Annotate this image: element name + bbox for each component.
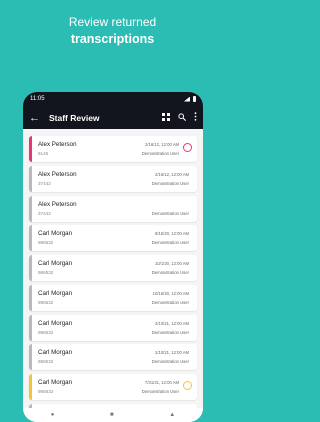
list-item[interactable]: Alex Peterson 37442 2/16/12, 12:00 AM Demon… [29,165,197,192]
search-icon[interactable] [178,112,186,123]
item-date: 2/16/12, 12:00 AM [155,171,189,177]
phone-frame: 11:05 ← Staff Review Alex Peterson 5145 2/… [23,92,203,422]
status-accent-bar [29,344,32,371]
item-date: 2/16/12, 12:00 AM [145,142,179,147]
item-name: Carl Morgan [38,379,73,386]
item-user: Demonstration User [151,299,189,305]
flag-ring-icon[interactable] [183,381,192,390]
status-bar: 11:05 [23,92,203,106]
item-date: 10/1/20, 12:00 AM [155,261,189,266]
more-vert-icon[interactable] [194,112,197,123]
status-accent-bar [29,136,32,162]
item-name: Alex Peterson [38,170,77,178]
bottom-nav: ● ■ ▲ [23,408,203,422]
item-date: 10/16/20, 12:00 AM [152,290,189,296]
app-bar: ← Staff Review [23,106,203,129]
status-accent-bar [29,284,32,311]
status-icons [184,96,196,102]
item-id: 986532 [38,240,54,246]
item-id: 37442 [38,180,51,186]
item-user: Demonstration User [151,210,189,216]
item-name: Alex Peterson [38,141,77,148]
item-user: Demonstration User [151,270,189,275]
review-list: Alex Peterson 5145 2/16/12, 12:00 AM Demons… [23,129,203,422]
status-time: 11:05 [30,96,45,102]
arrow-left-icon[interactable]: ← [29,112,45,124]
nav-item-icon[interactable]: ● [51,412,55,418]
flag-ring-icon[interactable] [183,143,192,152]
item-user: Demonstration User [151,329,189,335]
item-user: Demonstration User [141,389,179,394]
item-name: Carl Morgan [38,230,73,238]
status-accent-bar [29,165,32,192]
headline-line-1: Review returned [68,15,157,29]
item-id: 986532 [38,270,54,275]
list-item[interactable]: Alex Peterson 37442 Demonstration User [29,195,197,222]
item-id: 986532 [38,299,54,305]
item-user: Demonstration User [151,359,189,365]
list-item[interactable]: Carl Morgan 986532 9/15/20, 12:00 AM Demons… [29,225,197,252]
status-accent-bar [29,314,32,341]
nav-item-icon[interactable]: ■ [110,412,114,418]
item-date: 9/15/20, 12:00 AM [155,231,189,237]
status-accent-bar [29,374,32,400]
headline-line-2: transcriptions [70,32,155,46]
grid-icon[interactable] [162,112,170,123]
item-id: 986532 [38,389,54,394]
marketing-headline: Review returned transcriptions [0,14,225,48]
item-id: 37442 [38,210,51,216]
status-accent-bar [29,225,32,252]
signal-icon [184,96,190,102]
item-date: 2/10/21, 12:00 AM [155,350,189,356]
battery-icon [193,96,196,102]
list-item[interactable]: Carl Morgan 986532 7/31/21, 12:00 AM Demons… [29,374,197,400]
list-item[interactable]: Carl Morgan 986532 10/16/20, 12:00 AM Demon… [29,284,197,311]
item-date: 2/10/21, 12:00 AM [155,320,189,326]
page-title: Staff Review [49,112,100,123]
status-accent-bar [29,195,32,222]
nav-item-icon[interactable]: ▲ [169,412,175,418]
item-name: Carl Morgan [38,349,73,357]
list-item[interactable]: Carl Morgan 986532 10/1/20, 12:00 AM Demons… [29,255,197,281]
item-id: 986532 [38,359,54,365]
item-name: Alex Peterson [38,200,77,208]
item-id: 986532 [38,329,54,335]
list-item[interactable]: Carl Morgan 986532 2/10/21, 12:00 AM Demons… [29,344,197,371]
item-id: 5145 [38,151,49,156]
item-date: 7/31/21, 12:00 AM [145,380,179,385]
item-name: Carl Morgan [38,319,73,327]
list-item[interactable]: Carl Morgan 986532 2/10/21, 12:00 AM Demons… [29,314,197,341]
item-name: Carl Morgan [38,289,73,297]
status-accent-bar [29,255,32,281]
app-bar-actions [162,112,197,123]
list-item[interactable]: Alex Peterson 5145 2/16/12, 12:00 AM Demons… [29,136,197,162]
item-user: Demonstration User [141,151,179,156]
item-user: Demonstration User [151,240,189,246]
item-name: Carl Morgan [38,260,73,267]
item-user: Demonstration User [151,180,189,186]
